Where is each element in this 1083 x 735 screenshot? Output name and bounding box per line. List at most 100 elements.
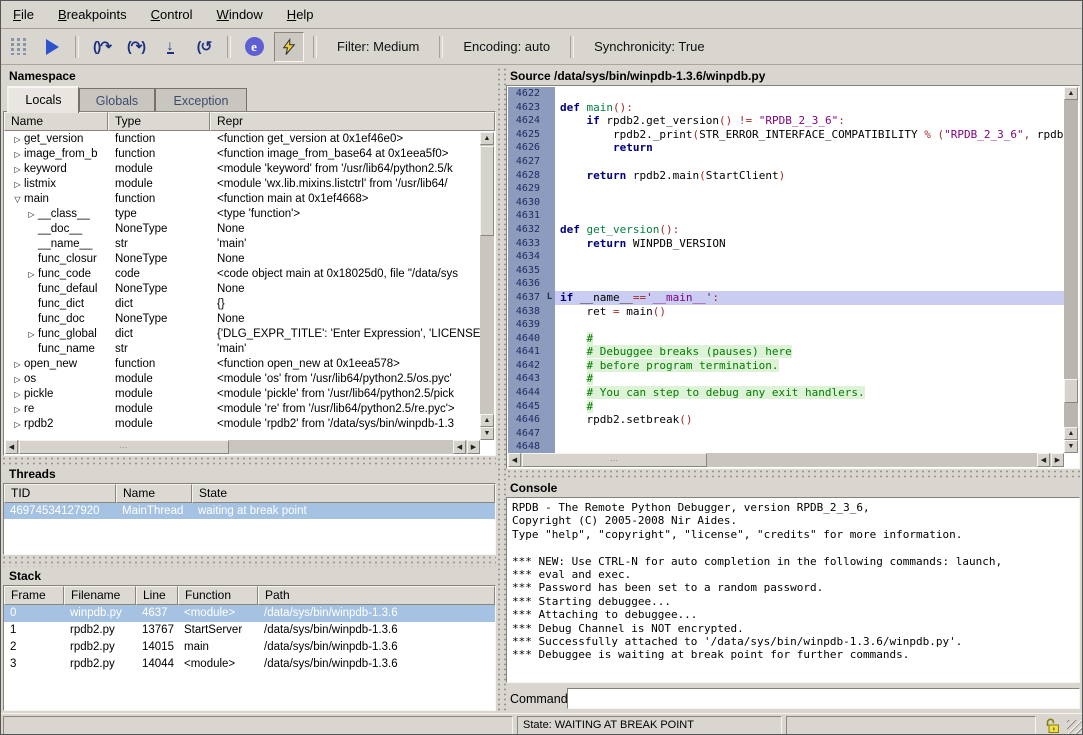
main-vertical-splitter[interactable]	[496, 67, 506, 711]
namespace-row[interactable]: ▷func_globaldict{'DLG_EXPR_TITLE': 'Ente…	[5, 327, 480, 342]
source-line[interactable]: 4628 return rpdb2.main(StartClient)	[508, 169, 1064, 183]
column-header[interactable]: Type	[108, 112, 210, 131]
namespace-row[interactable]: ▷listmixmodule<module 'wx.lib.mixins.lis…	[5, 177, 480, 192]
analyze-button[interactable]: e	[240, 33, 268, 61]
source-line[interactable]: 4642 # before program termination.	[508, 359, 1064, 373]
source-line[interactable]: 4643 #	[508, 372, 1064, 386]
source-line[interactable]: 4646 rpdb2.setbreak()	[508, 413, 1064, 427]
scroll-up-button[interactable]: ▲	[480, 414, 494, 427]
namespace-row[interactable]: func_defaulNoneTypeNone	[5, 282, 480, 297]
line-number[interactable]: 4629	[508, 182, 544, 196]
namespace-row[interactable]: ▷rpdb2module<module 'rpdb2' from '/data/…	[5, 417, 480, 432]
namespace-hscrollbar[interactable]: ◀ ⋯ ◀ ▶	[5, 440, 480, 454]
namespace-row[interactable]: ▷get_versionfunction<function get_versio…	[5, 132, 480, 147]
expand-arrow-icon[interactable]: ▷	[11, 417, 24, 432]
namespace-row[interactable]: ▷__class__type<type 'function'>	[5, 207, 480, 222]
namespace-row[interactable]: ▽mainfunction<function main at 0x1ef4668…	[5, 192, 480, 207]
expand-arrow-icon[interactable]: ▷	[11, 177, 24, 192]
menu-item-control[interactable]: Control	[139, 1, 205, 28]
source-line[interactable]: 4623def main():	[508, 101, 1064, 115]
column-header[interactable]: Line	[136, 586, 178, 605]
source-line[interactable]: 4638 ret = main()	[508, 305, 1064, 319]
column-header[interactable]: Filename	[64, 586, 136, 605]
line-number[interactable]: 4638	[508, 305, 544, 319]
thread-row[interactable]: 46974534127920MainThreadwaiting at break…	[4, 503, 495, 519]
source-vscrollbar[interactable]: ▲ ▲ ▼	[1064, 87, 1078, 453]
source-editor[interactable]: 46224623def main():4624 if rpdb2.get_ver…	[506, 85, 1080, 469]
scroll-down-button[interactable]: ▼	[1064, 440, 1078, 453]
source-line[interactable]: 4622	[508, 87, 1064, 101]
source-line[interactable]: 4629	[508, 182, 1064, 196]
scroll-right-button[interactable]: ▶	[467, 440, 480, 454]
column-header[interactable]: Name	[4, 112, 108, 131]
scroll-up-button[interactable]: ▲	[480, 132, 494, 145]
namespace-row[interactable]: ▷osmodule<module 'os' from '/usr/lib64/p…	[5, 372, 480, 387]
threads-stack-splitter[interactable]	[1, 555, 498, 567]
line-number[interactable]: 4646	[508, 413, 544, 427]
source-line[interactable]: 4635	[508, 264, 1064, 278]
line-number[interactable]: 4624	[508, 114, 544, 128]
expand-arrow-icon[interactable]: ▷	[11, 387, 24, 402]
scroll-thumb[interactable]	[480, 146, 494, 236]
namespace-row[interactable]: ▷open_newfunction<function open_new at 0…	[5, 357, 480, 372]
column-header[interactable]: Function	[178, 586, 258, 605]
goto-button[interactable]: (↺	[190, 33, 218, 61]
source-line[interactable]: 4633 return WINPDB_VERSION	[508, 237, 1064, 251]
column-header[interactable]: Path	[258, 586, 495, 605]
namespace-row[interactable]: func_dictdict{}	[5, 297, 480, 312]
source-line[interactable]: 4639	[508, 318, 1064, 332]
next-button[interactable]: (↷)	[122, 33, 150, 61]
expand-arrow-icon[interactable]: ▷	[11, 402, 24, 417]
scroll-thumb[interactable]: ⋯	[522, 453, 707, 467]
source-line[interactable]: 4644 # You can step to debug any exit ha…	[508, 386, 1064, 400]
namespace-row[interactable]: __doc__NoneTypeNone	[5, 222, 480, 237]
namespace-row[interactable]: func_closurNoneTypeNone	[5, 252, 480, 267]
source-line[interactable]: 4641 # Debuggee breaks (pauses) here	[508, 345, 1064, 359]
line-number[interactable]: 4631	[508, 209, 544, 223]
namespace-threads-splitter[interactable]	[1, 456, 498, 466]
namespace-row[interactable]: func_namestr'main'	[5, 342, 480, 357]
scroll-left-button[interactable]: ◀	[5, 440, 18, 454]
column-header[interactable]: TID	[4, 484, 116, 503]
scroll-left-button[interactable]: ◀	[453, 440, 466, 454]
line-number[interactable]: 4644	[508, 386, 544, 400]
scroll-right-button[interactable]: ▶	[1051, 453, 1064, 467]
menu-item-breakpoints[interactable]: Breakpoints	[46, 1, 139, 28]
tab-globals[interactable]: Globals	[79, 88, 155, 113]
line-number[interactable]: 4645	[508, 400, 544, 414]
scroll-left-button[interactable]: ◀	[508, 453, 521, 467]
line-number[interactable]: 4632	[508, 223, 544, 237]
synchronicity-button[interactable]	[274, 32, 304, 62]
scroll-up-button[interactable]: ▲	[1064, 87, 1078, 100]
line-number[interactable]: 4628	[508, 169, 544, 183]
line-number[interactable]: 4634	[508, 250, 544, 264]
go-button[interactable]	[38, 33, 66, 61]
line-number[interactable]: 4627	[508, 155, 544, 169]
tab-locals[interactable]: Locals	[7, 86, 79, 113]
line-number[interactable]: 4636	[508, 277, 544, 291]
line-number[interactable]: 4635	[508, 264, 544, 278]
source-line[interactable]: 4636	[508, 277, 1064, 291]
line-number[interactable]: 4648	[508, 440, 544, 453]
line-number[interactable]: 4640	[508, 332, 544, 346]
scroll-up-button[interactable]: ▲	[1064, 427, 1078, 440]
source-line[interactable]: 4648	[508, 440, 1064, 453]
namespace-row[interactable]: ▷func_codecode<code object main at 0x180…	[5, 267, 480, 282]
source-line[interactable]: 4634	[508, 250, 1064, 264]
source-line[interactable]: 4637Lif __name__=='__main__':	[508, 291, 1064, 305]
break-button[interactable]	[4, 33, 32, 61]
expand-arrow-icon[interactable]: ▷	[25, 267, 38, 282]
line-number[interactable]: 4625	[508, 128, 544, 142]
stack-frame-row[interactable]: 1rpdb2.py13767StartServer/data/sys/bin/w…	[4, 622, 495, 639]
line-number[interactable]: 4637	[508, 291, 544, 305]
namespace-row[interactable]: ▷image_from_bfunction<function image_fro…	[5, 147, 480, 162]
column-header[interactable]: Repr	[210, 112, 495, 131]
namespace-row[interactable]: __name__str'main'	[5, 237, 480, 252]
line-number[interactable]: 4643	[508, 372, 544, 386]
expand-arrow-icon[interactable]: ▷	[11, 372, 24, 387]
source-line[interactable]: 4640 #	[508, 332, 1064, 346]
source-line[interactable]: 4625 rpdb2._print(STR_ERROR_INTERFACE_CO…	[508, 128, 1064, 142]
expand-arrow-icon[interactable]: ▷	[11, 132, 24, 147]
scroll-down-button[interactable]: ▼	[480, 427, 494, 440]
line-number[interactable]: 4626	[508, 141, 544, 155]
